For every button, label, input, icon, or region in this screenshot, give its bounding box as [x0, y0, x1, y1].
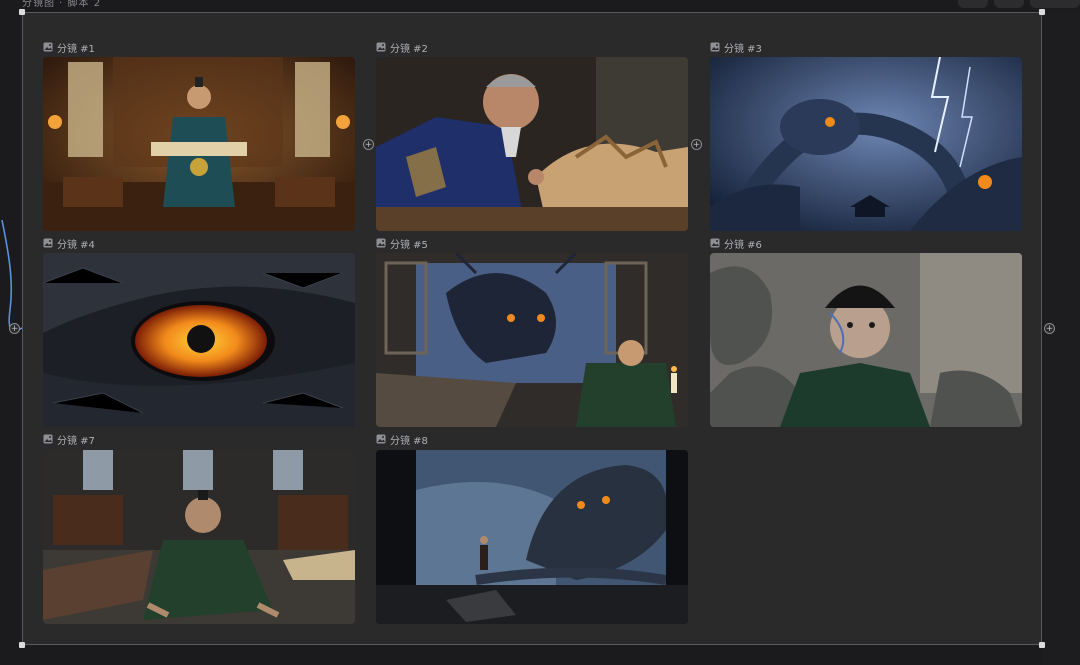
add-between-2-3-button[interactable]: + [691, 139, 702, 150]
image-icon [376, 238, 386, 248]
shot-label-2: 分镜 #2 [376, 40, 428, 55]
add-between-1-2-button[interactable]: + [363, 139, 374, 150]
toolbar-button[interactable] [994, 0, 1024, 8]
shot-label-3: 分镜 #3 [710, 40, 762, 55]
resize-handle-bl[interactable] [19, 642, 25, 648]
toolbar-button[interactable] [1030, 0, 1080, 8]
shot-image-6[interactable] [710, 253, 1022, 427]
shot-image-7[interactable] [43, 450, 355, 624]
shot-image-5[interactable] [376, 253, 688, 427]
shot-label-text: 分镜 #7 [57, 435, 95, 447]
image-icon [710, 42, 720, 52]
shot-image-8[interactable] [376, 450, 688, 624]
shot-label-text: 分镜 #8 [390, 435, 428, 447]
window-title: 分镜图 · 脚本 2 [22, 0, 102, 9]
resize-handle-tr[interactable] [1039, 9, 1045, 15]
shot-label-7: 分镜 #7 [43, 432, 95, 447]
image-icon [376, 434, 386, 444]
shot-label-text: 分镜 #4 [57, 239, 95, 251]
shot-label-text: 分镜 #1 [57, 43, 95, 55]
right-panel-edge [1042, 12, 1080, 665]
shot-label-text: 分镜 #6 [724, 239, 762, 251]
shot-label-4: 分镜 #4 [43, 236, 95, 251]
image-icon [376, 42, 386, 52]
shot-label-text: 分镜 #5 [390, 239, 428, 251]
image-icon [43, 434, 53, 444]
image-icon [43, 238, 53, 248]
shot-label-1: 分镜 #1 [43, 40, 95, 55]
image-icon [710, 238, 720, 248]
shot-image-4[interactable] [43, 253, 355, 427]
shot-label-text: 分镜 #3 [724, 43, 762, 55]
add-left-button[interactable]: + [9, 323, 20, 334]
shot-image-1[interactable] [43, 57, 355, 231]
toolbar-button[interactable] [958, 0, 988, 8]
resize-handle-tl[interactable] [19, 9, 25, 15]
resize-handle-br[interactable] [1039, 642, 1045, 648]
shot-image-3[interactable] [710, 57, 1022, 231]
shot-label-8: 分镜 #8 [376, 432, 428, 447]
shot-label-text: 分镜 #2 [390, 43, 428, 55]
image-icon [43, 42, 53, 52]
add-right-button[interactable]: + [1044, 323, 1055, 334]
shot-label-5: 分镜 #5 [376, 236, 428, 251]
shot-label-6: 分镜 #6 [710, 236, 762, 251]
shot-image-2[interactable] [376, 57, 688, 231]
top-bar: 分镜图 · 脚本 2 [0, 0, 1080, 10]
